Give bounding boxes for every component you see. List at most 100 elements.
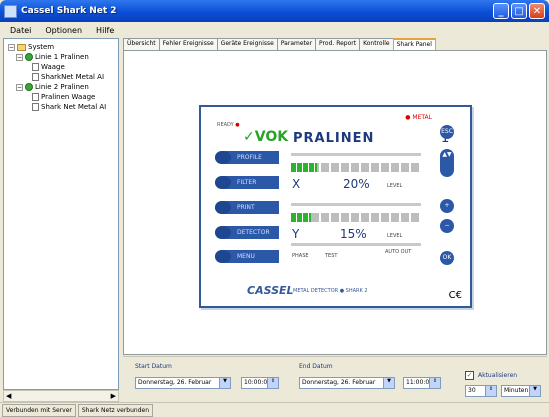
tree-item-label: System <box>28 43 55 51</box>
status-sharknet: Shark Netz verbunden <box>77 403 154 417</box>
document-icon <box>32 73 39 81</box>
tree-item-linie-1[interactable]: − Linie 1 Pralinen <box>16 53 89 61</box>
button-label: PROFILE <box>237 154 262 161</box>
tab-kontrolle[interactable]: Kontrolle <box>359 38 394 50</box>
document-icon <box>32 93 39 101</box>
close-button[interactable]: ✕ <box>529 3 545 19</box>
print-button[interactable]: PRINT <box>215 201 279 214</box>
tab-geraete-ereignisse[interactable]: Geräte Ereignisse <box>216 38 278 50</box>
tab-bar: Übersicht Fehler Ereignisse Geräte Ereig… <box>123 38 547 50</box>
start-date-label: Start Datum <box>135 363 172 370</box>
separator-line <box>291 243 421 246</box>
tree-item-waage[interactable]: Waage <box>32 63 65 71</box>
tree-item-linie-2[interactable]: − Linie 2 Pralinen <box>16 83 89 91</box>
tree-item-label: Linie 1 Pralinen <box>35 53 89 61</box>
document-icon <box>32 103 39 111</box>
x-unit-label: LEVEL <box>387 183 403 189</box>
start-date-value: Donnerstag, 26. Februar <box>138 379 212 386</box>
tab-parameter[interactable]: Parameter <box>276 38 317 50</box>
menu-item-hilfe[interactable]: Hilfe <box>96 26 114 35</box>
tree-item-shark-net-metal[interactable]: Shark Net Metal AI <box>32 103 106 111</box>
tree-item-label: Pralinen Waage <box>41 93 96 101</box>
scroll-right-icon[interactable]: ▶ <box>111 392 116 400</box>
interval-unit-select[interactable]: Minuten ▼ <box>501 385 541 397</box>
metal-detector-panel: ● METAL READY ● ✓VOK PRALINEN 1 PROFILE … <box>199 105 472 308</box>
end-time-field[interactable]: 11:00:00 ⇕ <box>403 377 441 389</box>
status-bar: Verbunden mit Server Shark Netz verbunde… <box>0 402 549 417</box>
y-percent: 15% <box>340 227 367 241</box>
tree-collapse-icon[interactable]: − <box>16 83 23 91</box>
product-name: PRALINEN <box>293 131 375 146</box>
spinner-icon[interactable]: ⇕ <box>267 378 278 388</box>
y-unit-label: LEVEL <box>387 233 403 239</box>
detector-button[interactable]: DETECTOR <box>215 226 279 239</box>
folder-icon <box>17 43 26 51</box>
auto-refresh-label: Aktualisieren <box>478 372 518 379</box>
minimize-button[interactable]: _ <box>493 3 509 19</box>
dropdown-arrow-icon[interactable]: ▼ <box>529 386 540 396</box>
tree-collapse-icon[interactable]: − <box>8 43 15 51</box>
filter-button[interactable]: FILTER <box>215 176 279 189</box>
button-label: FILTER <box>237 179 257 186</box>
esc-button[interactable]: ESC <box>440 125 454 139</box>
start-time-field[interactable]: 10:00:00 ⇕ <box>241 377 279 389</box>
status-label: VOK <box>254 129 289 145</box>
cassel-logo: CASSEL <box>247 284 294 297</box>
tree-item-label: Shark Net Metal AI <box>41 103 107 111</box>
x-axis-label: X <box>292 177 301 191</box>
interval-value-field[interactable]: 30 ⇕ <box>465 385 497 397</box>
tab-prod-report[interactable]: Prod. Report <box>315 38 361 50</box>
button-knob-icon <box>215 201 231 214</box>
tree-item-label: Waage <box>41 63 65 71</box>
button-knob-icon <box>215 151 231 164</box>
spinner-icon[interactable]: ⇕ <box>485 386 496 396</box>
ce-mark: C€ <box>448 290 462 301</box>
green-status-icon <box>25 83 33 91</box>
spinner-icon[interactable]: ⇕ <box>429 378 440 388</box>
button-knob-icon <box>215 226 231 239</box>
dropdown-arrow-icon[interactable]: ▼ <box>219 378 230 388</box>
navigation-tree[interactable]: − System − Linie 1 Pralinen Waage SharkN… <box>3 38 119 390</box>
ok-button[interactable]: OK <box>440 251 454 265</box>
tree-item-label: SharkNet Metal AI <box>41 73 105 81</box>
scroll-left-icon[interactable]: ◀ <box>6 392 11 400</box>
menu-item-optionen[interactable]: Optionen <box>45 26 82 35</box>
y-axis-label: Y <box>292 227 300 241</box>
tab-uebersicht[interactable]: Übersicht <box>123 38 160 50</box>
y-level-bar <box>291 213 421 222</box>
start-date-picker[interactable]: Donnerstag, 26. Februar ▼ <box>135 377 231 389</box>
document-icon <box>32 63 39 71</box>
date-filter-panel: Start Datum Donnerstag, 26. Februar ▼ 10… <box>123 356 547 402</box>
menu-button[interactable]: MENU <box>215 250 279 263</box>
green-status-icon <box>25 53 33 61</box>
tree-item-sharknet-metal[interactable]: SharkNet Metal AI <box>32 73 104 81</box>
ready-mark: ● <box>235 122 240 128</box>
app-icon <box>4 4 17 18</box>
tree-collapse-icon[interactable]: − <box>16 53 23 61</box>
end-date-picker[interactable]: Donnerstag, 26. Februar ▼ <box>299 377 395 389</box>
tree-item-system[interactable]: − System <box>8 43 54 51</box>
tree-horizontal-scrollbar[interactable]: ◀ ▶ <box>3 390 119 402</box>
up-down-button[interactable]: ▲▼ <box>440 149 454 177</box>
title-bar: Cassel Shark Net 2 _ □ ✕ <box>0 0 549 22</box>
separator-line <box>291 203 421 206</box>
button-knob-icon <box>215 176 231 189</box>
maximize-button[interactable]: □ <box>511 3 527 19</box>
tree-item-pralinen-waage[interactable]: Pralinen Waage <box>32 93 95 101</box>
auto-refresh-checkbox[interactable]: ✓ <box>465 371 474 380</box>
end-date-label: End Datum <box>299 363 333 370</box>
tree-item-label: Linie 2 Pralinen <box>35 83 89 91</box>
ready-label: READY <box>217 122 234 128</box>
dropdown-arrow-icon[interactable]: ▼ <box>383 378 394 388</box>
y-level-fill <box>291 213 311 222</box>
plus-button[interactable]: + <box>440 199 454 213</box>
status-text: ✓VOK <box>243 129 288 145</box>
tab-fehler-ereignisse[interactable]: Fehler Ereignisse <box>158 38 218 50</box>
status-connection: Verbunden mit Server <box>2 403 76 417</box>
ready-indicator: READY ● <box>217 122 240 128</box>
separator-line <box>291 153 421 156</box>
tab-shark-panel[interactable]: Shark Panel <box>392 38 436 50</box>
menu-item-datei[interactable]: Datei <box>10 26 31 35</box>
profile-button[interactable]: PROFILE <box>215 151 279 164</box>
minus-button[interactable]: − <box>440 219 454 233</box>
